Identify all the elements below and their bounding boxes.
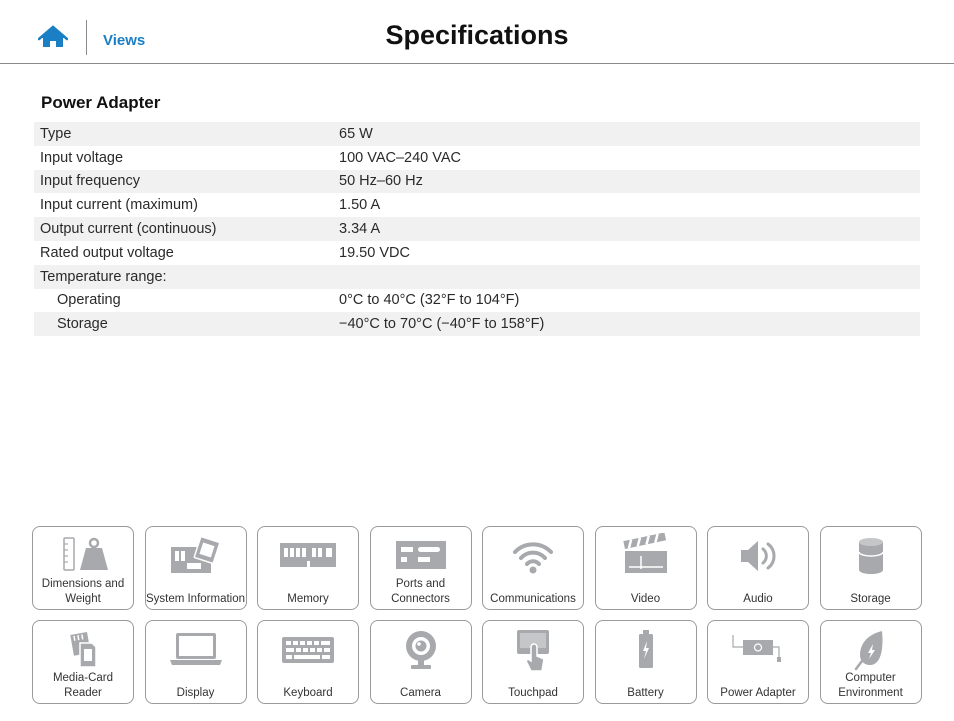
memory-icon xyxy=(258,531,358,581)
tile-keyboard[interactable]: Keyboard xyxy=(257,620,359,704)
tile-computer-environment[interactable]: Computer Environment xyxy=(819,620,922,704)
clapperboard-icon xyxy=(596,531,696,581)
spec-label: Input current (maximum) xyxy=(40,197,198,214)
touchpad-icon xyxy=(483,625,583,675)
tile-battery[interactable]: Battery xyxy=(594,620,697,704)
tile-label: Power Adapter xyxy=(720,686,796,699)
spec-value: 19.50 VDC xyxy=(339,244,410,261)
spec-label: Input frequency xyxy=(40,173,140,190)
tile-display[interactable]: Display xyxy=(144,620,247,704)
tile-label: Camera xyxy=(400,686,441,699)
weight-icon xyxy=(33,531,133,581)
tile-media-card-reader[interactable]: Media-Card Reader xyxy=(32,620,134,704)
spec-label: Storage xyxy=(57,316,108,333)
tile-storage[interactable]: Storage xyxy=(819,526,922,610)
spec-label: Temperature range: xyxy=(40,268,167,285)
spec-row-input-current: Input current (maximum) 1.50 A xyxy=(34,193,920,217)
webcam-icon xyxy=(371,625,471,675)
tile-label: Media-Card Reader xyxy=(52,672,114,699)
leaf-icon xyxy=(821,625,921,675)
tile-label: Keyboard xyxy=(283,686,333,699)
tile-power-adapter[interactable]: Power Adapter xyxy=(707,620,809,704)
spec-row-input-voltage: Input voltage 100 VAC–240 VAC xyxy=(34,146,920,170)
tile-touchpad[interactable]: Touchpad xyxy=(482,620,584,704)
header-bar: Views Specifications xyxy=(0,0,954,64)
spec-value: 100 VAC–240 VAC xyxy=(339,149,461,166)
storage-icon xyxy=(821,531,921,581)
tile-camera[interactable]: Camera xyxy=(369,620,472,704)
tile-ports-connectors[interactable]: Ports and Connectors xyxy=(369,526,472,610)
tile-label: Battery xyxy=(627,686,664,699)
tile-label: Communications xyxy=(490,592,576,605)
tile-label: Memory xyxy=(287,592,329,605)
spec-label: Output current (continuous) xyxy=(40,221,217,238)
tile-label: Dimensions and Weight xyxy=(41,578,125,605)
motherboard-icon xyxy=(146,531,246,581)
wifi-icon xyxy=(483,531,583,581)
battery-icon xyxy=(596,625,696,675)
tile-label: Touchpad xyxy=(508,686,558,699)
tile-memory[interactable]: Memory xyxy=(257,526,359,610)
tile-dimensions-weight[interactable]: Dimensions and Weight xyxy=(32,526,134,610)
spec-row-rated-output-voltage: Rated output voltage 19.50 VDC xyxy=(34,241,920,265)
spec-label: Operating xyxy=(57,292,121,309)
power-adapter-icon xyxy=(708,625,808,675)
spec-value: 50 Hz–60 Hz xyxy=(339,173,423,190)
page-title: Specifications xyxy=(385,20,569,50)
tile-communications[interactable]: Communications xyxy=(482,526,584,610)
tile-label: Computer Environment xyxy=(838,672,903,699)
section-title: Power Adapter xyxy=(41,93,161,112)
spec-label: Type xyxy=(40,125,72,142)
spec-row-output-current: Output current (continuous) 3.34 A xyxy=(34,217,920,241)
tile-label: Ports and Connectors xyxy=(391,578,450,605)
spec-row-temperature-range: Temperature range: xyxy=(34,264,920,289)
media-card-icon xyxy=(33,625,133,675)
spec-row-operating: Operating 0°C to 40°C (32°F to 104°F) xyxy=(34,289,920,313)
laptop-icon xyxy=(146,625,246,675)
spec-value: 3.34 A xyxy=(339,221,381,238)
spec-value: −40°C to 70°C (−40°F to 158°F) xyxy=(339,316,545,333)
tile-video[interactable]: Video xyxy=(594,526,697,610)
spec-row-type: Type 65 W xyxy=(34,122,920,146)
tile-label: Video xyxy=(630,592,661,605)
tile-system-information[interactable]: System Information xyxy=(144,526,247,610)
spec-label: Rated output voltage xyxy=(40,244,174,261)
spec-value: 0°C to 40°C (32°F to 104°F) xyxy=(339,292,520,309)
tile-label: System Information xyxy=(145,592,246,605)
spec-label: Input voltage xyxy=(40,149,124,166)
tile-label: Display xyxy=(176,686,215,699)
keyboard-icon xyxy=(258,625,358,675)
ports-icon xyxy=(371,531,471,581)
spec-value: 65 W xyxy=(339,125,373,142)
tile-label: Audio xyxy=(743,592,773,605)
tile-audio[interactable]: Audio xyxy=(707,526,809,610)
spec-row-input-frequency: Input frequency 50 Hz–60 Hz xyxy=(34,169,920,194)
spec-table: Type 65 W Input voltage 100 VAC–240 VAC … xyxy=(34,122,920,337)
spec-row-storage: Storage −40°C to 70°C (−40°F to 158°F) xyxy=(34,312,920,337)
speaker-icon xyxy=(708,531,808,581)
tile-label: Storage xyxy=(850,592,891,605)
spec-value: 1.50 A xyxy=(339,197,381,214)
